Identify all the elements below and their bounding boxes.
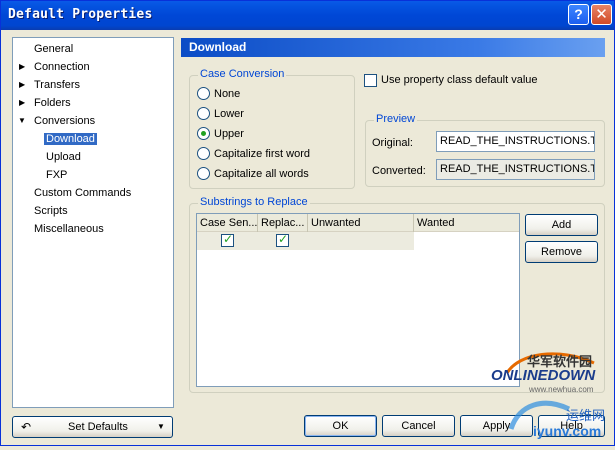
converted-label: Converted:	[372, 165, 426, 177]
case-sensitive-checkbox[interactable]	[221, 232, 234, 247]
tree-item-download[interactable]: Download	[44, 131, 97, 147]
column-wanted[interactable]: Wanted	[414, 214, 519, 232]
tree-item-label: Miscellaneous	[34, 223, 104, 235]
tree-item-custom-commands[interactable]: Custom Commands	[34, 185, 131, 201]
remove-button[interactable]: Remove	[525, 241, 598, 263]
use-default-label: Use property class default value	[381, 74, 538, 86]
tree-item-connection[interactable]: Connection	[34, 59, 90, 75]
add-button[interactable]: Add	[525, 214, 598, 236]
category-tree[interactable]: General ▶ Connection ▶ Transfers ▶ Folde…	[12, 37, 174, 408]
tree-item-label: Download	[44, 133, 97, 145]
tree-item-folders[interactable]: Folders	[34, 95, 71, 111]
tree-item-label: Custom Commands	[34, 187, 132, 199]
window-title: Default Properties	[8, 7, 153, 22]
column-replace[interactable]: Replac...	[258, 214, 308, 232]
radio-button[interactable]	[197, 87, 210, 100]
radio-label: None	[214, 88, 241, 100]
title-help-button[interactable]: ?	[568, 4, 589, 25]
watermark-text-cn2: 运维网	[566, 408, 606, 423]
tree-item-upload[interactable]: Upload	[46, 149, 81, 165]
original-field[interactable]: READ_THE_INSTRUCTIONS.T	[436, 131, 595, 152]
table-row[interactable]	[197, 232, 414, 250]
watermark: 华军软件园 ONLINEDOWN www.newhua.com 运维网 iyun…	[489, 349, 614, 447]
group-title: Preview	[374, 113, 418, 125]
original-label: Original:	[372, 137, 413, 149]
tree-item-fxp[interactable]: FXP	[46, 167, 67, 183]
watermark-brand: ONLINEDOWN	[491, 367, 596, 384]
radio-label: Lower	[214, 108, 244, 120]
radio-label: Capitalize all words	[214, 168, 309, 180]
collapse-arrow-icon[interactable]: ▼	[18, 113, 26, 129]
tree-item-scripts[interactable]: Scripts	[34, 203, 68, 219]
tree-item-transfers[interactable]: Transfers	[34, 77, 80, 93]
expand-arrow-icon[interactable]: ▶	[19, 95, 25, 111]
replace-checkbox[interactable]	[276, 232, 289, 247]
column-unwanted[interactable]: Unwanted	[308, 214, 414, 232]
tree-item-label: FXP	[46, 169, 68, 181]
tree-item-label: Transfers	[34, 79, 81, 91]
substrings-table[interactable]: Case Sen... Replac... Unwanted Wanted	[196, 213, 520, 387]
expand-arrow-icon[interactable]: ▶	[19, 77, 25, 93]
radio-button[interactable]	[197, 167, 210, 180]
table-header: Case Sen... Replac... Unwanted Wanted	[197, 214, 519, 232]
radio-button[interactable]	[197, 107, 210, 120]
expand-arrow-icon[interactable]: ▶	[19, 59, 25, 75]
page-title: Download	[181, 38, 605, 57]
tree-item-miscellaneous[interactable]: Miscellaneous	[34, 221, 104, 237]
tree-item-label: Scripts	[34, 205, 68, 217]
properties-dialog: Default Properties ? ✕ General ▶ Connect…	[0, 0, 615, 446]
help-icon: ?	[574, 6, 583, 22]
dropdown-arrow-icon[interactable]: ▼	[157, 417, 165, 437]
title-close-button[interactable]: ✕	[591, 4, 612, 25]
watermark-url: www.newhua.com	[529, 385, 594, 394]
close-icon: ✕	[595, 6, 608, 23]
tree-item-label: Upload	[46, 151, 81, 163]
group-title: Case Conversion	[198, 68, 287, 80]
use-default-checkbox[interactable]	[364, 74, 377, 87]
tree-item-label: Folders	[34, 97, 71, 109]
radio-button-selected[interactable]	[197, 127, 210, 140]
converted-field: READ_THE_INSTRUCTIONS.T	[436, 159, 595, 180]
column-case-sensitive[interactable]: Case Sen...	[197, 214, 258, 232]
group-title: Substrings to Replace	[198, 196, 310, 208]
set-defaults-button[interactable]: ↶ Set Defaults ▼	[12, 416, 173, 438]
radio-button[interactable]	[197, 147, 210, 160]
watermark-url2: iyunv.com	[533, 423, 602, 439]
ok-button[interactable]: OK	[304, 415, 377, 437]
undo-icon: ↶	[21, 420, 32, 434]
cancel-button[interactable]: Cancel	[382, 415, 455, 437]
title-bar[interactable]: Default Properties ? ✕	[1, 1, 614, 30]
set-defaults-label: Set Defaults	[68, 421, 128, 433]
tree-item-conversions[interactable]: Conversions	[34, 113, 95, 129]
tree-item-label: General	[34, 43, 74, 55]
tree-item-general[interactable]: General	[34, 41, 73, 57]
radio-label: Capitalize first word	[214, 148, 310, 160]
tree-item-label: Conversions	[34, 115, 96, 127]
tree-item-label: Connection	[34, 61, 90, 73]
radio-label: Upper	[214, 128, 244, 140]
